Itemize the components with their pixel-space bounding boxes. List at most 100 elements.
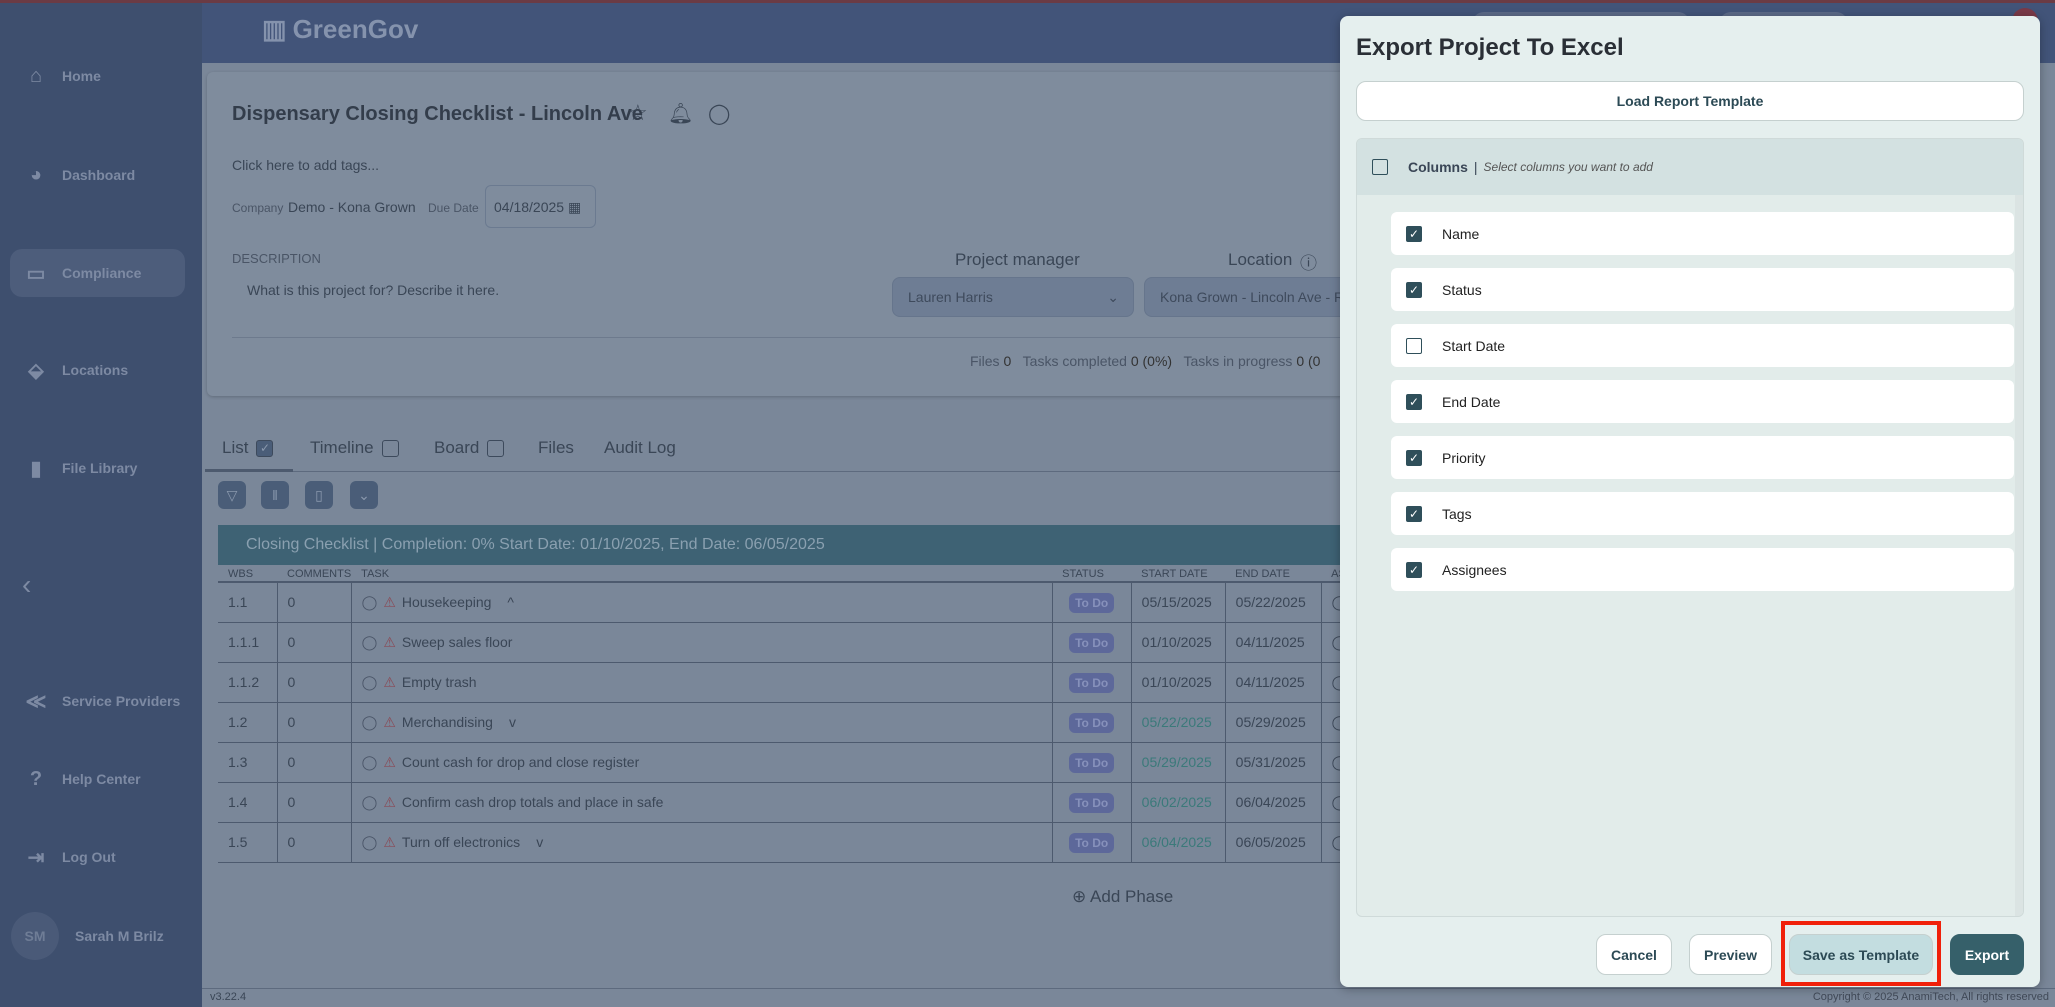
task-name[interactable]: Sweep sales floor <box>402 634 513 650</box>
status-cell[interactable]: To Do <box>1052 782 1132 823</box>
sidebar-item-dashboard[interactable]: ◕ Dashboard <box>10 151 185 199</box>
column-option[interactable]: ✓ Name <box>1391 212 2014 255</box>
status-cell[interactable]: To Do <box>1052 742 1132 783</box>
status-badge[interactable]: To Do <box>1069 593 1115 614</box>
scrollbar[interactable] <box>2015 195 2023 916</box>
column-header[interactable]: START DATE <box>1131 567 1226 583</box>
end-date-cell[interactable]: 06/04/2025 <box>1225 782 1322 823</box>
check-circle-icon[interactable]: ◯ <box>362 594 378 610</box>
chevron-down-icon[interactable]: ⌄ <box>350 481 378 509</box>
table-row[interactable]: 1.1 0 ◯ ⚠ Housekeeping ^ To Do 05/15/2025 0… <box>218 582 1360 623</box>
start-date-cell[interactable]: 06/02/2025 <box>1131 782 1226 823</box>
tab-board[interactable]: Board <box>434 438 505 458</box>
tab-list[interactable]: List ✓ <box>222 438 274 458</box>
column-option[interactable]: Start Date <box>1391 324 2014 367</box>
check-circle-icon[interactable]: ◯ <box>362 754 378 770</box>
check-circle-icon[interactable]: ◯ <box>362 634 378 650</box>
star-icon[interactable]: ☆ <box>628 100 648 126</box>
start-date-cell[interactable]: 05/29/2025 <box>1131 742 1226 783</box>
sidebar-item-compliance[interactable]: ▭ Compliance <box>10 249 185 297</box>
status-cell[interactable]: To Do <box>1052 582 1132 623</box>
save-as-template-button[interactable]: Save as Template <box>1789 934 1933 975</box>
tab-audit-log[interactable]: Audit Log <box>604 438 676 458</box>
status-badge[interactable]: To Do <box>1069 833 1115 853</box>
check-circle-icon[interactable]: ◯ <box>362 834 378 850</box>
columns-icon[interactable]: ‖ <box>261 481 289 509</box>
table-row[interactable]: 1.5 0 ◯ ⚠ Turn off electronics v To Do 06/0… <box>218 822 1360 863</box>
load-report-template-button[interactable]: Load Report Template <box>1356 81 2024 121</box>
excel-export-icon[interactable]: ▯ <box>305 481 333 509</box>
end-date-cell[interactable]: 05/31/2025 <box>1225 742 1322 783</box>
collapse-chevron-icon[interactable]: ‹ <box>22 569 31 601</box>
expand-toggle-icon[interactable]: ^ <box>507 594 514 610</box>
column-header[interactable]: COMMENTS <box>277 567 352 583</box>
table-row[interactable]: 1.1.2 0 ◯ ⚠ Empty trash To Do 01/10/2025 0… <box>218 662 1360 703</box>
status-badge[interactable]: To Do <box>1069 713 1115 733</box>
status-badge[interactable]: To Do <box>1069 673 1115 693</box>
add-phase-button[interactable]: ⊕ Add Phase <box>1072 887 1173 907</box>
task-cell[interactable]: ◯ ⚠ Sweep sales floor <box>351 622 1053 663</box>
checkbox-checked[interactable]: ✓ <box>1406 225 1422 242</box>
tab-timeline[interactable]: Timeline <box>310 438 399 458</box>
status-cell[interactable]: To Do <box>1052 662 1132 703</box>
sidebar-item-service-providers[interactable]: ≪ Service Providers <box>10 677 185 725</box>
task-name[interactable]: Count cash for drop and close register <box>402 754 639 770</box>
status-cell[interactable]: To Do <box>1052 622 1132 663</box>
status-badge[interactable]: To Do <box>1069 633 1115 653</box>
export-button[interactable]: Export <box>1950 934 2024 975</box>
task-name[interactable]: Housekeeping <box>402 594 492 610</box>
checkbox[interactable] <box>381 439 399 457</box>
cancel-button[interactable]: Cancel <box>1596 934 1672 975</box>
task-cell[interactable]: ◯ ⚠ Count cash for drop and close register <box>351 742 1053 783</box>
sidebar-item-file-library[interactable]: ▮ File Library <box>10 444 185 492</box>
status-cell[interactable]: To Do <box>1052 822 1132 863</box>
checkbox-checked[interactable]: ✓ <box>1406 449 1422 466</box>
comment-icon[interactable]: ◯ <box>708 101 730 126</box>
preview-button[interactable]: Preview <box>1689 934 1772 975</box>
column-header[interactable]: TASK <box>351 567 1053 583</box>
checkbox[interactable] <box>487 439 505 457</box>
tags-input[interactable]: Click here to add tags... <box>232 157 379 173</box>
checkbox-checked[interactable]: ✓ <box>1406 281 1422 298</box>
checkbox-checked[interactable]: ✓ <box>256 439 274 457</box>
checkbox-checked[interactable]: ✓ <box>1406 393 1422 410</box>
column-option[interactable]: ✓ Assignees <box>1391 548 2014 591</box>
task-cell[interactable]: ◯ ⚠ Merchandising v <box>351 702 1053 743</box>
check-circle-icon[interactable]: ◯ <box>362 714 378 730</box>
table-row[interactable]: 1.4 0 ◯ ⚠ Confirm cash drop totals and pla… <box>218 782 1360 823</box>
end-date-cell[interactable]: 05/29/2025 <box>1225 702 1322 743</box>
end-date-cell[interactable]: 04/11/2025 <box>1225 662 1322 703</box>
task-cell[interactable]: ◯ ⚠ Housekeeping ^ <box>351 582 1053 623</box>
comments-cell[interactable]: 0 <box>277 742 352 783</box>
start-date-cell[interactable]: 05/15/2025 <box>1131 582 1226 623</box>
start-date-cell[interactable]: 01/10/2025 <box>1131 662 1226 703</box>
checkbox[interactable] <box>1406 337 1422 354</box>
comments-cell[interactable]: 0 <box>277 702 352 743</box>
info-icon[interactable]: ⓘ <box>1300 249 1317 274</box>
bell-icon[interactable]: 🔔︎ <box>668 101 693 126</box>
table-row[interactable]: 1.1.1 0 ◯ ⚠ Sweep sales floor To Do 01/10/… <box>218 622 1360 663</box>
start-date-cell[interactable]: 05/22/2025 <box>1131 702 1226 743</box>
check-circle-icon[interactable]: ◯ <box>362 674 378 690</box>
column-option[interactable]: ✓ Tags <box>1391 492 2014 535</box>
due-date-field[interactable]: 04/18/2025 ▦ <box>485 185 596 228</box>
column-header[interactable]: WBS <box>218 567 277 583</box>
sidebar-item-log-out[interactable]: ⇥ Log Out <box>10 833 185 881</box>
status-badge[interactable]: To Do <box>1069 793 1115 813</box>
task-cell[interactable]: ◯ ⚠ Empty trash <box>351 662 1053 703</box>
sidebar-item-home[interactable]: ⌂ Home <box>10 52 185 100</box>
checkbox-checked[interactable]: ✓ <box>1406 561 1422 578</box>
tab-files[interactable]: Files <box>538 438 574 458</box>
comments-cell[interactable]: 0 <box>277 662 352 703</box>
end-date-cell[interactable]: 05/22/2025 <box>1225 582 1322 623</box>
table-row[interactable]: 1.2 0 ◯ ⚠ Merchandising v To Do 05/22/2025 … <box>218 702 1360 743</box>
end-date-cell[interactable]: 04/11/2025 <box>1225 622 1322 663</box>
expand-toggle-icon[interactable]: v <box>509 714 516 730</box>
column-option[interactable]: ✓ End Date <box>1391 380 2014 423</box>
sidebar-item-locations[interactable]: ⬙ Locations <box>10 346 185 394</box>
comments-cell[interactable]: 0 <box>277 622 352 663</box>
comments-cell[interactable]: 0 <box>277 782 352 823</box>
sidebar-item-help-center[interactable]: ? Help Center <box>10 755 185 803</box>
column-header[interactable]: STATUS <box>1052 567 1132 583</box>
comments-cell[interactable]: 0 <box>277 582 352 623</box>
